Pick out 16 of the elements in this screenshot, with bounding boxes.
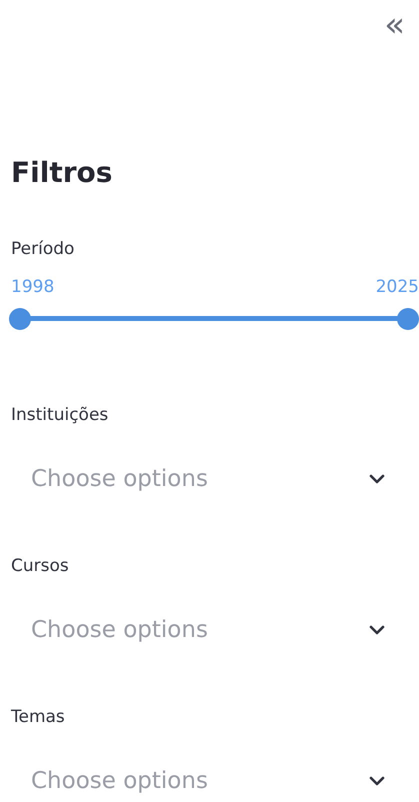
field-label: Período — [11, 238, 74, 261]
slider-thumb[interactable] — [397, 308, 419, 330]
field-label: Instituições — [11, 404, 108, 427]
placeholder-text: Choose options — [31, 617, 208, 643]
sidebar-title: Filtros — [11, 155, 114, 191]
range-min-value: 1998 — [11, 276, 54, 299]
range-max-value: 2025 — [376, 276, 419, 299]
placeholder-text: Choose options — [31, 768, 208, 794]
collapse-sidebar-button[interactable]: « — [382, 10, 407, 40]
chevron-down-icon — [369, 624, 385, 636]
placeholder-text: Choose options — [31, 466, 208, 492]
field-label: Cursos — [11, 555, 69, 578]
field-label: Temas — [11, 706, 65, 729]
slider-thumb[interactable] — [9, 308, 31, 330]
chevron-down-icon — [369, 473, 385, 485]
chevron-down-icon — [369, 775, 385, 787]
